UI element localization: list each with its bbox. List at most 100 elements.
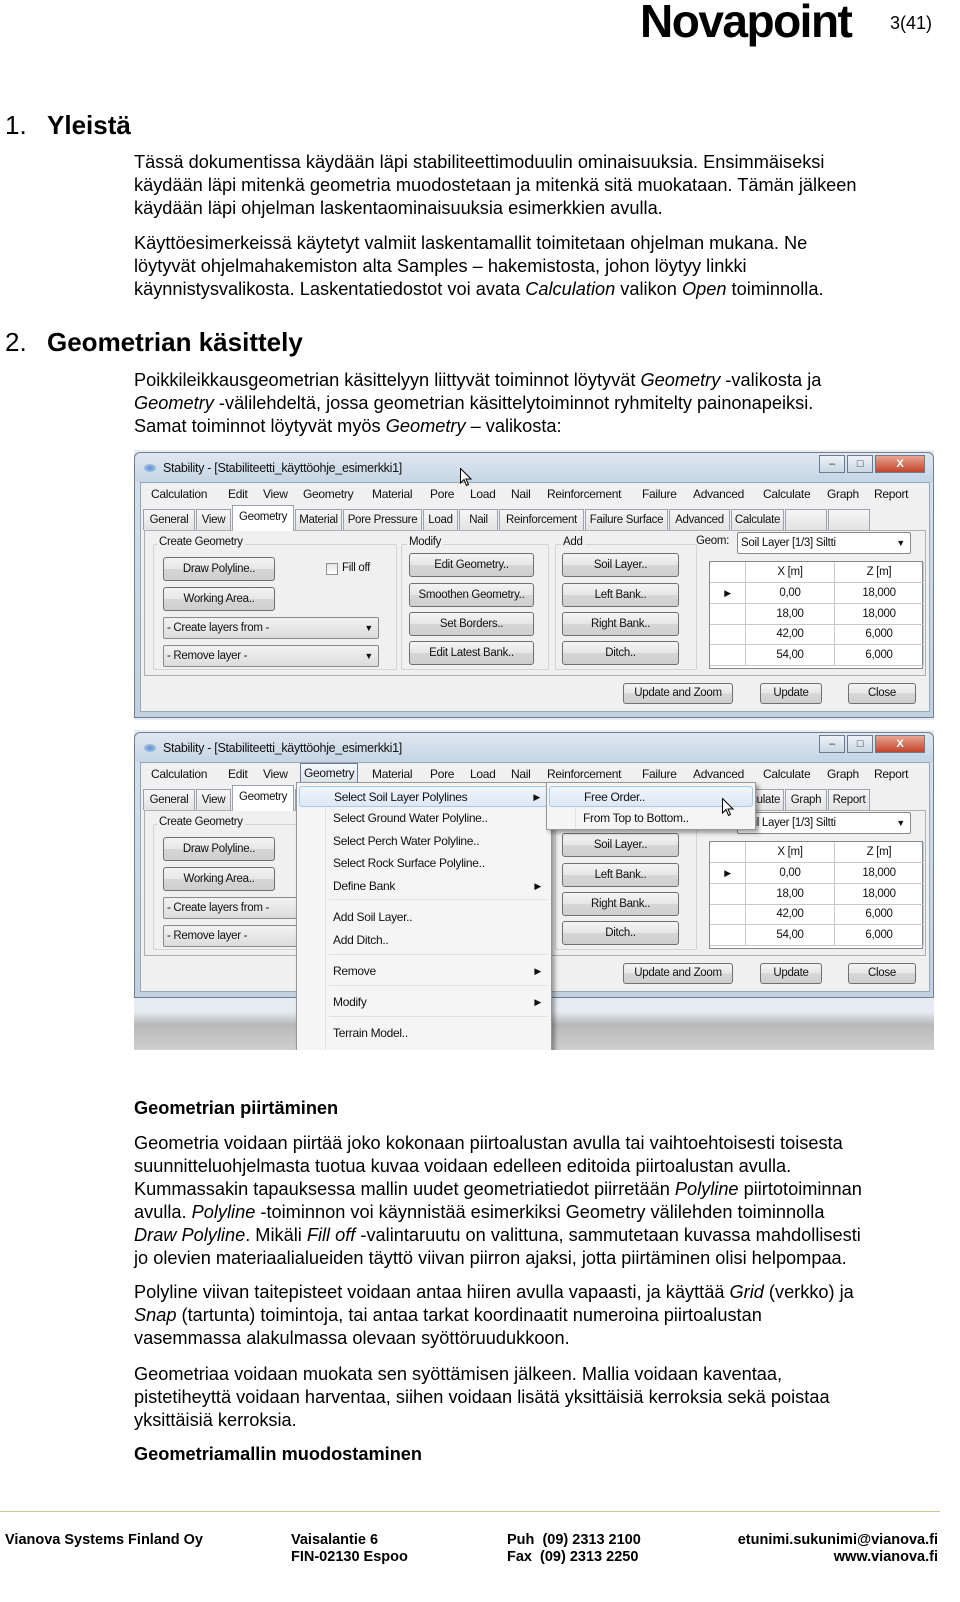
modify-button-set-borders[interactable]: Set Borders.. (409, 612, 534, 636)
table-row[interactable]: 18,00 18,000 (710, 603, 924, 625)
maximize-button[interactable]: □ (847, 735, 873, 753)
minimize-button[interactable]: – (819, 455, 845, 473)
table-row[interactable]: ▶ 0,00 18,000 (710, 583, 924, 604)
grid-header-x[interactable]: X [m] (746, 842, 835, 863)
tab-advanced[interactable]: Advanced (669, 509, 730, 530)
grid-cell[interactable]: 54,00 (746, 644, 835, 666)
menu-item-select-perch-water-polyline[interactable]: Select Perch Water Polyline.. (299, 831, 549, 852)
grid-cell[interactable]: 6,000 (835, 644, 924, 666)
menu-reinforcement[interactable]: Reinforcement (544, 486, 624, 502)
grid-cell[interactable]: 42,00 (746, 904, 835, 925)
tab-view[interactable]: View (196, 509, 231, 530)
modify-button-smoothen-geometry[interactable]: Smoothen Geometry.. (409, 583, 534, 607)
menu-item-add-ditch[interactable]: Add Ditch.. (299, 930, 549, 951)
tab-graph[interactable]: Graph (785, 789, 827, 810)
menu-item-select-soil-layer-polylines[interactable]: Select Soil Layer Polylines ▶ (299, 786, 549, 807)
tab-material[interactable]: Material (295, 509, 342, 530)
grid-cell[interactable]: 18,000 (835, 603, 924, 625)
maximize-button[interactable]: □ (847, 455, 873, 473)
table-row[interactable]: 18,00 18,000 (710, 883, 924, 905)
grid-cell[interactable]: 18,000 (835, 863, 924, 884)
tab-geometry[interactable]: Geometry (232, 505, 294, 531)
window-title-bar[interactable]: Stability - [Stabiliteetti_käyttöohje_es… (134, 452, 934, 484)
update-button[interactable]: Update (760, 683, 822, 704)
table-row[interactable]: 42,00 6,000 (710, 904, 924, 925)
menu-advanced[interactable]: Advanced (690, 486, 747, 502)
menu-geometry[interactable]: Geometry (300, 763, 359, 783)
footer-website[interactable]: www.vianova.fi (834, 1549, 938, 1566)
close-button[interactable]: X (875, 735, 925, 753)
menu-item-remove[interactable]: Remove ▶ (299, 961, 549, 982)
grid-header-x[interactable]: X [m] (746, 562, 835, 583)
tab-calculate[interactable]: Calculate (731, 509, 784, 530)
add-button-ditch[interactable]: Ditch.. (562, 641, 679, 665)
menu-edit[interactable]: Edit (225, 766, 250, 782)
window-title-bar[interactable]: Stability - [Stabiliteetti_käyttöohje_es… (134, 732, 934, 764)
tab-general[interactable]: General (143, 509, 195, 530)
draw-polyline-button[interactable]: Draw Polyline.. (163, 837, 275, 861)
geom-layer-dropdown[interactable]: Soil Layer [1/3] Siltti ▼ (737, 812, 911, 834)
create-layers-dropdown[interactable]: - Create layers from - ▼ (163, 617, 379, 639)
menu-graph[interactable]: Graph (824, 766, 862, 782)
table-row[interactable]: 54,00 6,000 (710, 924, 924, 946)
update-and-zoom-button[interactable]: Update and Zoom (623, 683, 733, 704)
remove-layer-dropdown[interactable]: - Remove layer - ▼ (163, 645, 379, 667)
table-row[interactable]: 42,00 6,000 (710, 624, 924, 645)
tab-empty[interactable] (828, 509, 870, 530)
update-button[interactable]: Update (760, 963, 822, 984)
menu-material[interactable]: Material (369, 486, 415, 502)
menu-edit[interactable]: Edit (225, 486, 250, 502)
working-area-button[interactable]: Working Area.. (163, 587, 275, 611)
modify-button-edit-latest-bank[interactable]: Edit Latest Bank.. (409, 641, 534, 665)
tab-report[interactable]: Report (828, 789, 870, 810)
grid-cell[interactable]: 0,00 (746, 583, 835, 604)
add-button-ditch[interactable]: Ditch.. (562, 921, 679, 945)
grid-header-z[interactable]: Z [m] (835, 562, 924, 583)
grid-cell[interactable]: 54,00 (746, 924, 835, 946)
add-button-soil-layer[interactable]: Soil Layer.. (562, 553, 679, 577)
menu-calculation[interactable]: Calculation (148, 486, 210, 502)
row-selector[interactable]: ▶ (710, 583, 746, 604)
menu-nail[interactable]: Nail (508, 486, 533, 502)
menu-calculation[interactable]: Calculation (148, 766, 210, 782)
menu-load[interactable]: Load (467, 766, 499, 782)
fill-off-checkbox[interactable] (326, 563, 338, 575)
menu-view[interactable]: View (260, 766, 291, 782)
tab-reinforcement[interactable]: Reinforcement (499, 509, 584, 530)
row-selector[interactable]: ▶ (710, 863, 746, 884)
menu-view[interactable]: View (260, 486, 291, 502)
menu-geometry[interactable]: Geometry (300, 486, 356, 502)
tab-pore-pressure[interactable]: Pore Pressure (343, 509, 422, 530)
grid-cell[interactable]: 18,00 (746, 603, 835, 625)
menu-report[interactable]: Report (871, 486, 911, 502)
close-dialog-button[interactable]: Close (848, 683, 916, 704)
menu-pore[interactable]: Pore (427, 766, 457, 782)
add-button-soil-layer[interactable]: Soil Layer.. (562, 833, 679, 857)
add-button-left-bank[interactable]: Left Bank.. (562, 863, 679, 887)
menu-nail[interactable]: Nail (508, 766, 533, 782)
menu-reinforcement[interactable]: Reinforcement (544, 766, 624, 782)
add-button-left-bank[interactable]: Left Bank.. (562, 583, 679, 607)
row-selector[interactable] (710, 904, 746, 925)
grid-cell[interactable]: 18,000 (835, 583, 924, 604)
menu-item-terrain-model[interactable]: Terrain Model.. (299, 1023, 549, 1044)
update-and-zoom-button[interactable]: Update and Zoom (623, 963, 733, 984)
row-selector[interactable] (710, 603, 746, 625)
working-area-button[interactable]: Working Area.. (163, 867, 275, 891)
menu-material[interactable]: Material (369, 766, 415, 782)
row-selector[interactable] (710, 924, 746, 946)
grid-header-z[interactable]: Z [m] (835, 842, 924, 863)
minimize-button[interactable]: – (819, 735, 845, 753)
table-row[interactable]: 54,00 6,000 (710, 644, 924, 666)
menu-pore[interactable]: Pore (427, 486, 457, 502)
grid-cell[interactable]: 0,00 (746, 863, 835, 884)
menu-failure[interactable]: Failure (639, 486, 680, 502)
grid-cell[interactable]: 6,000 (835, 624, 924, 645)
table-row[interactable]: ▶ 0,00 18,000 (710, 863, 924, 884)
menu-report[interactable]: Report (871, 766, 911, 782)
grid-cell[interactable]: 6,000 (835, 904, 924, 925)
tab-general[interactable]: General (143, 789, 195, 810)
menu-load[interactable]: Load (467, 486, 499, 502)
tab-nail[interactable]: Nail (459, 509, 498, 530)
tab-load[interactable]: Load (423, 509, 458, 530)
